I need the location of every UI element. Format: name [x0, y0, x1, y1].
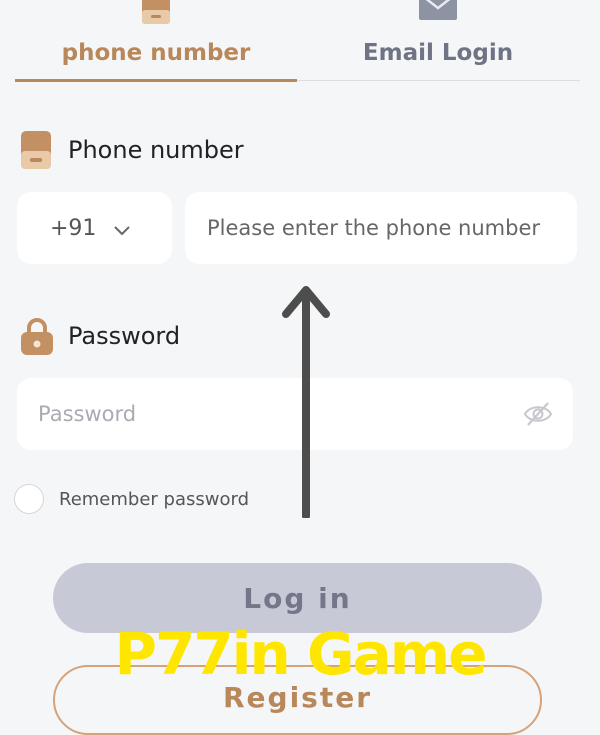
tab-label: Email Login: [362, 40, 514, 66]
remember-password[interactable]: Remember password: [14, 484, 249, 514]
eye-slash-icon[interactable]: [523, 400, 553, 428]
phone-icon: [20, 131, 54, 169]
tab-label: phone number: [61, 40, 251, 66]
arrow-up-icon: [282, 286, 330, 518]
watermark-text: P77in Game: [114, 620, 487, 688]
chevron-down-icon: [114, 220, 131, 236]
country-code-value: +91: [50, 215, 97, 241]
phone-number-input[interactable]: [185, 192, 577, 264]
phone-number-label-text: Phone number: [68, 136, 244, 164]
phone-icon: [141, 0, 171, 28]
lock-icon: [20, 317, 54, 355]
country-code-select[interactable]: +91: [17, 192, 172, 264]
active-tab-indicator: [15, 79, 297, 82]
envelope-icon: [418, 0, 458, 26]
phone-number-label: Phone number: [20, 131, 244, 169]
login-method-tabs: phone number Email Login: [0, 0, 600, 84]
remember-password-radio[interactable]: [14, 484, 44, 514]
password-label-text: Password: [68, 322, 181, 350]
password-label: Password: [20, 317, 180, 355]
remember-password-label: Remember password: [59, 488, 249, 510]
phone-number-field[interactable]: [185, 192, 577, 264]
tab-phone-number[interactable]: phone number: [15, 0, 297, 82]
tab-email-login[interactable]: Email Login: [297, 0, 579, 82]
